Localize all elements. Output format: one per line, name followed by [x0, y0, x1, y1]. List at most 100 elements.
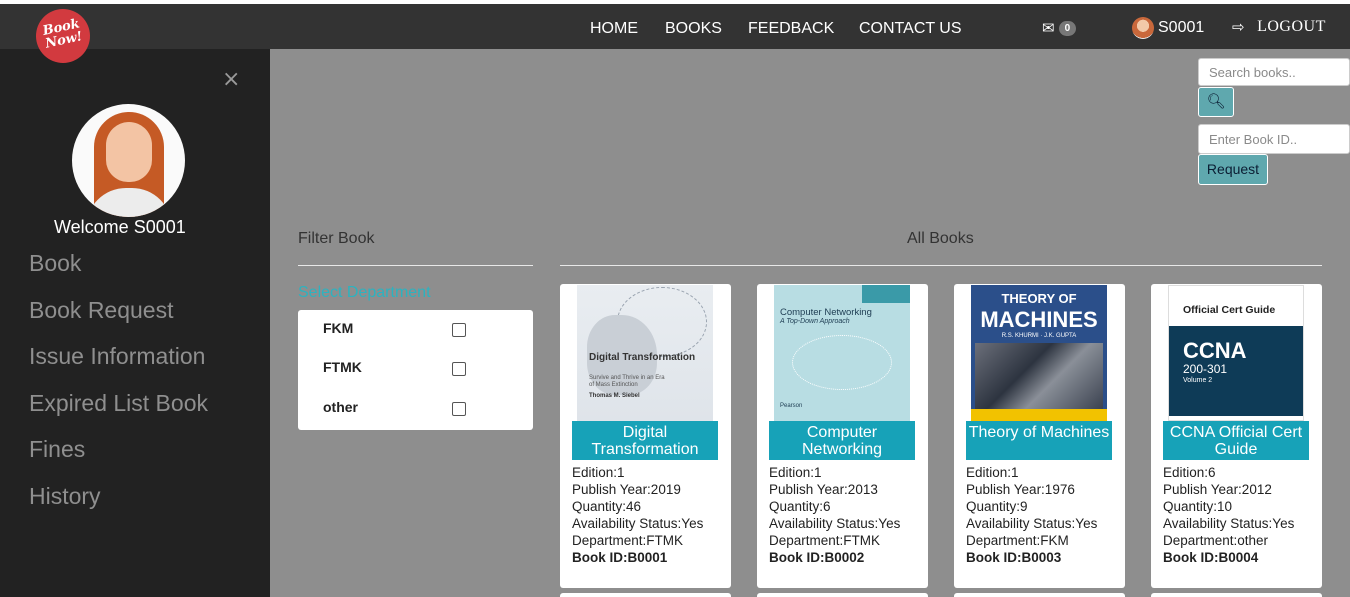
book-department: Department:FKM: [966, 533, 1069, 548]
book-id-input[interactable]: Enter Book ID..: [1198, 124, 1350, 154]
book-title[interactable]: Digital Transformation: [572, 421, 718, 460]
book-department: Department:FTMK: [769, 533, 881, 548]
book-availability: Availability Status:Yes: [966, 516, 1098, 531]
book-card-next-row[interactable]: [1151, 593, 1322, 597]
book-availability: Availability Status:Yes: [769, 516, 901, 531]
nav-feedback[interactable]: FEEDBACK: [748, 20, 834, 38]
cover-title: Official Cert Guide: [1183, 304, 1276, 316]
book-cover: THEORY OF MACHINES R.S. KHURMI · J.K. GU…: [971, 285, 1107, 421]
department-label: Select Department: [298, 284, 431, 301]
book-edition: Edition:6: [1163, 465, 1216, 480]
cover-author: R.S. KHURMI · J.K. GUPTA: [1001, 333, 1077, 339]
cover-publisher: Pearson: [780, 403, 803, 409]
book-year: Publish Year:2019: [572, 482, 681, 497]
book-card-next-row[interactable]: [757, 593, 928, 597]
book-card[interactable]: THEORY OF MACHINES R.S. KHURMI · J.K. GU…: [954, 284, 1125, 588]
sidebar-item-expired-list-book[interactable]: Expired List Book: [29, 389, 208, 436]
page: HOME BOOKS FEEDBACK CONTACT US ✉ 0 S0001 …: [0, 0, 1350, 597]
sidebar-item-book[interactable]: Book: [29, 249, 208, 296]
logout-icon: ⇨: [1232, 18, 1246, 36]
user-menu[interactable]: S0001: [1132, 17, 1204, 39]
book-details: Edition:1 Publish Year:2019 Quantity:46 …: [572, 464, 703, 566]
welcome-text: Welcome S0001: [54, 217, 186, 237]
cover-title: Computer Networking: [780, 307, 872, 318]
book-title[interactable]: CCNA Official Cert Guide: [1163, 421, 1309, 460]
book-details: Edition:6 Publish Year:2012 Quantity:10 …: [1163, 464, 1294, 566]
nav-contact-us[interactable]: CONTACT US: [859, 20, 962, 38]
cover-subtitle: A Top-Down Approach: [780, 318, 850, 325]
search-icon: 🔍︎: [1206, 93, 1226, 110]
book-title[interactable]: Theory of Machines: [966, 421, 1112, 460]
nav-home[interactable]: HOME: [590, 20, 638, 38]
nav-books[interactable]: BOOKS: [665, 20, 722, 38]
top-navbar: HOME BOOKS FEEDBACK CONTACT US ✉ 0 S0001 …: [0, 4, 1350, 49]
mail-button[interactable]: ✉ 0: [1042, 19, 1077, 37]
mail-count-badge: 0: [1058, 21, 1077, 36]
search-input[interactable]: Search books..: [1198, 58, 1350, 86]
book-card[interactable]: Official Cert Guide CCNA 200-301 Volume …: [1151, 284, 1322, 588]
book-year: Publish Year:2012: [1163, 482, 1272, 497]
close-icon[interactable]: ×: [222, 67, 240, 92]
book-card[interactable]: Digital Transformation Survive and Thriv…: [560, 284, 731, 588]
department-checkbox-ftmk[interactable]: [452, 362, 466, 376]
divider: [298, 265, 533, 266]
book-department: Department:FTMK: [572, 533, 684, 548]
sidebar-item-fines[interactable]: Fines: [29, 435, 208, 482]
profile-avatar: [72, 104, 185, 217]
department-option-label: FKM: [323, 320, 354, 336]
book-department: Department:other: [1163, 533, 1269, 548]
envelope-icon: ✉: [1042, 20, 1055, 37]
cover-title-1: THEORY OF: [1001, 291, 1077, 306]
department-checkbox-other[interactable]: [452, 402, 466, 416]
cover-code: 200-301: [1183, 362, 1228, 376]
sidebar-item-issue-information[interactable]: Issue Information: [29, 342, 208, 389]
book-details: Edition:1 Publish Year:2013 Quantity:6 A…: [769, 464, 900, 566]
department-option-label: other: [323, 399, 358, 415]
book-id: Book ID:B0004: [1163, 550, 1259, 565]
cover-author: Thomas M. Siebel: [589, 393, 640, 399]
book-edition: Edition:1: [966, 465, 1019, 480]
main-content: Search books.. 🔍︎ Enter Book ID.. Reques…: [270, 49, 1350, 597]
search-button[interactable]: 🔍︎: [1198, 87, 1234, 117]
sidebar: × Welcome S0001 Book Book Request Issue …: [0, 49, 270, 597]
cover-title-2: MACHINES: [980, 307, 1098, 332]
book-quantity: Quantity:46: [572, 499, 642, 514]
book-title[interactable]: Computer Networking: [769, 421, 915, 460]
logout-label: LOGOUT: [1257, 18, 1326, 35]
book-availability: Availability Status:Yes: [1163, 516, 1295, 531]
book-details: Edition:1 Publish Year:1976 Quantity:9 A…: [966, 464, 1097, 566]
logout-button[interactable]: ⇨ LOGOUT: [1232, 18, 1326, 36]
book-quantity: Quantity:9: [966, 499, 1028, 514]
book-year: Publish Year:2013: [769, 482, 878, 497]
book-card[interactable]: Computer Networking A Top-Down Approach …: [757, 284, 928, 588]
book-availability: Availability Status:Yes: [572, 516, 704, 531]
divider: [560, 265, 1322, 266]
book-id: Book ID:B0001: [572, 550, 668, 565]
department-option-label: FTMK: [323, 359, 362, 375]
book-quantity: Quantity:6: [769, 499, 831, 514]
book-card-next-row[interactable]: [954, 593, 1125, 597]
request-button[interactable]: Request: [1198, 154, 1268, 185]
cover-title: Digital Transformation: [589, 352, 696, 363]
cover-big-title: CCNA: [1183, 338, 1247, 363]
filter-title: Filter Book: [298, 230, 375, 247]
sidebar-item-book-request[interactable]: Book Request: [29, 296, 208, 343]
cover-subtitle: Survive and Thrive in an Era of Mass Ext…: [589, 375, 665, 388]
book-card-next-row[interactable]: [560, 593, 731, 597]
department-filter: FKM FTMK other: [298, 310, 533, 430]
username-label: S0001: [1158, 19, 1205, 36]
sidebar-menu: Book Book Request Issue Information Expi…: [29, 249, 208, 528]
user-avatar-small: [1132, 17, 1154, 39]
book-edition: Edition:1: [769, 465, 822, 480]
book-cover: Computer Networking A Top-Down Approach …: [774, 285, 910, 421]
book-cover: Digital Transformation Survive and Thriv…: [577, 285, 713, 421]
book-year: Publish Year:1976: [966, 482, 1075, 497]
book-cover: Official Cert Guide CCNA 200-301 Volume …: [1168, 285, 1304, 421]
sidebar-item-history[interactable]: History: [29, 482, 208, 529]
all-books-title: All Books: [907, 230, 974, 247]
book-quantity: Quantity:10: [1163, 499, 1233, 514]
book-id: Book ID:B0002: [769, 550, 865, 565]
cover-volume: Volume 2: [1183, 377, 1213, 384]
department-checkbox-fkm[interactable]: [452, 323, 466, 337]
book-edition: Edition:1: [572, 465, 625, 480]
